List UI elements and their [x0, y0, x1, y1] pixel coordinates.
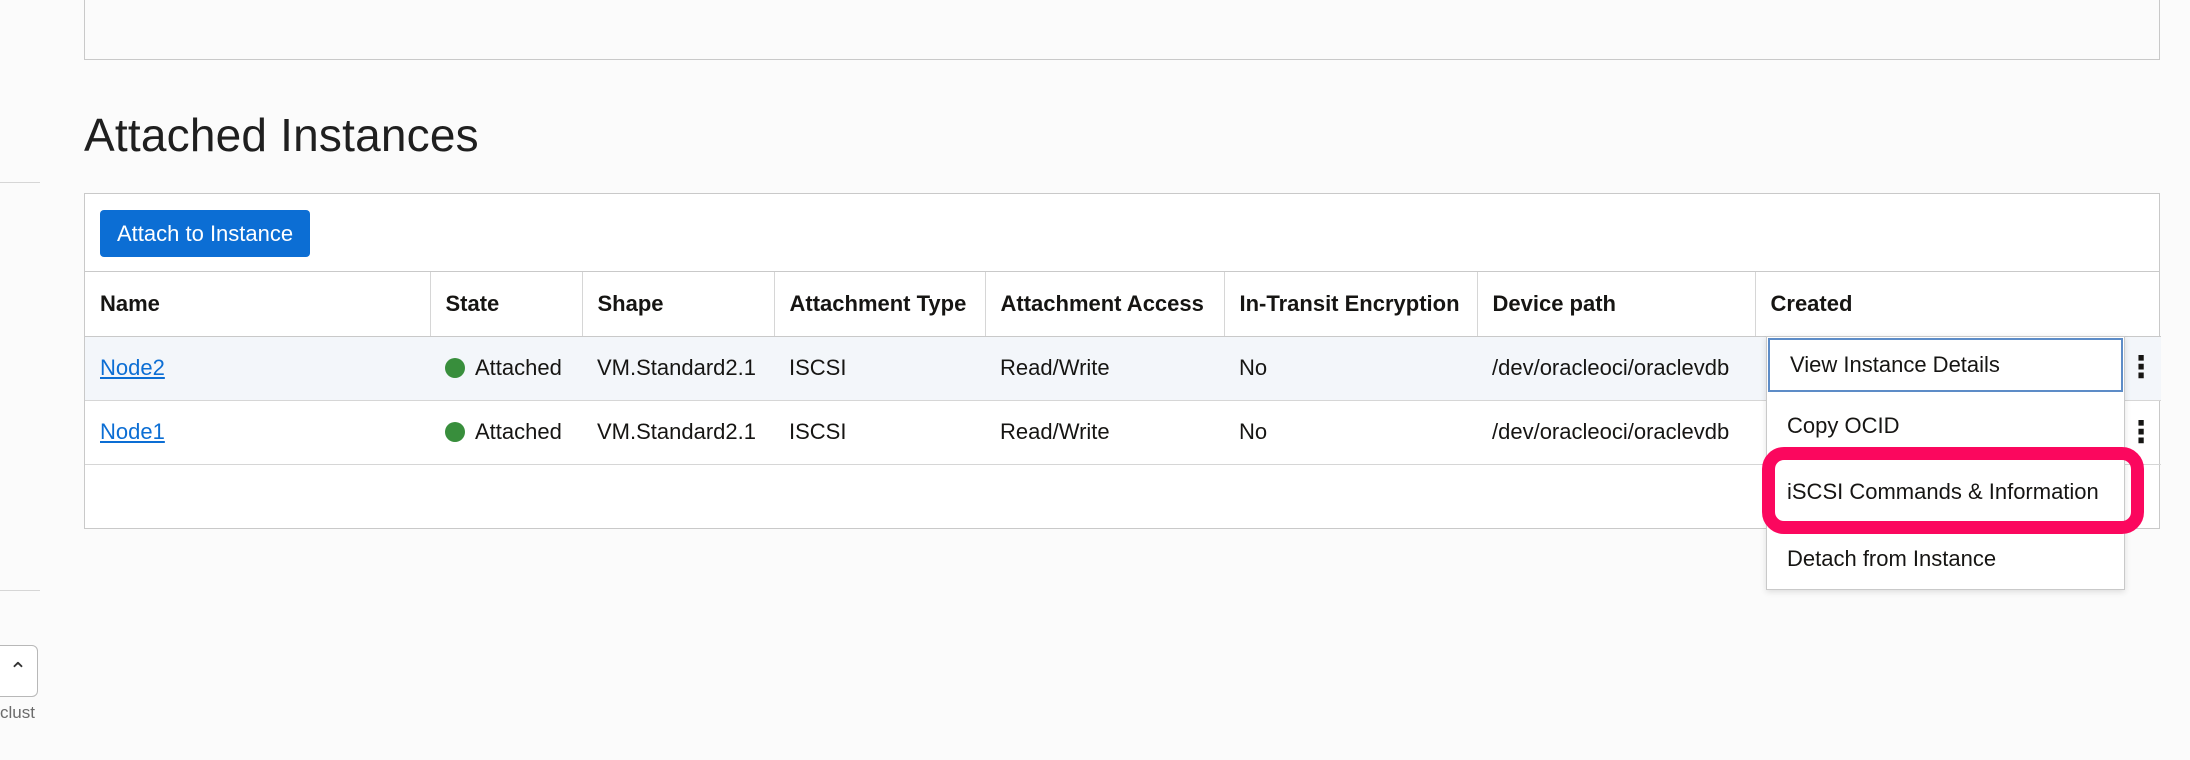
table-toolbar: Attach to Instance	[85, 194, 2159, 272]
column-header-created[interactable]: Created	[1755, 272, 2161, 337]
menu-item-detach-from-instance[interactable]: Detach from Instance	[1767, 532, 2124, 586]
device-path-value: /dev/oracleoci/oraclevdb	[1477, 400, 1755, 465]
column-header-encryption[interactable]: In-Transit Encryption	[1224, 272, 1478, 337]
column-header-state[interactable]: State	[430, 272, 583, 337]
encryption-value: No	[1224, 336, 1477, 401]
device-path-value: /dev/oracleoci/oraclevdb	[1477, 336, 1755, 401]
sidebar-truncated-label: clust	[0, 703, 35, 722]
status-dot-icon	[445, 358, 465, 378]
menu-item-view-instance-details[interactable]: View Instance Details	[1768, 338, 2123, 392]
chevron-up-down-icon[interactable]: ⌃	[0, 645, 38, 697]
section-title: Attached Instances	[84, 109, 479, 161]
shape-value: VM.Standard2.1	[582, 400, 774, 465]
shape-value: VM.Standard2.1	[582, 336, 774, 401]
status-dot-icon	[445, 422, 465, 442]
column-header-name[interactable]: Name	[85, 272, 431, 337]
menu-item-iscsi-commands[interactable]: iSCSI Commands & Information	[1767, 465, 2124, 519]
table-header-row: Name State Shape Attachment Type Attachm…	[85, 272, 2161, 337]
column-header-shape[interactable]: Shape	[582, 272, 775, 337]
column-header-device-path[interactable]: Device path	[1477, 272, 1756, 337]
attachment-type-value: ISCSI	[774, 400, 985, 465]
row-actions-menu: View Instance Details Copy OCID iSCSI Co…	[1766, 336, 2125, 590]
attachment-access-value: Read/Write	[985, 336, 1224, 401]
attachment-access-value: Read/Write	[985, 400, 1224, 465]
state-value: Attached	[475, 355, 562, 380]
column-header-attachment-type[interactable]: Attachment Type	[774, 272, 986, 337]
state-value: Attached	[475, 419, 562, 444]
attachment-type-value: ISCSI	[774, 336, 985, 401]
sidebar-divider	[0, 182, 40, 183]
more-vertical-icon[interactable]: ⋮	[2123, 403, 2159, 463]
attach-to-instance-button[interactable]: Attach to Instance	[100, 210, 311, 257]
menu-item-copy-ocid[interactable]: Copy OCID	[1767, 399, 2124, 453]
instance-link[interactable]: Node2	[100, 355, 165, 380]
encryption-value: No	[1224, 400, 1477, 465]
column-header-attachment-access[interactable]: Attachment Access	[985, 272, 1225, 337]
more-vertical-icon[interactable]: ⋮	[2123, 338, 2159, 398]
details-panel	[84, 0, 2160, 60]
instance-link[interactable]: Node1	[100, 419, 165, 444]
sidebar-divider	[0, 590, 40, 591]
